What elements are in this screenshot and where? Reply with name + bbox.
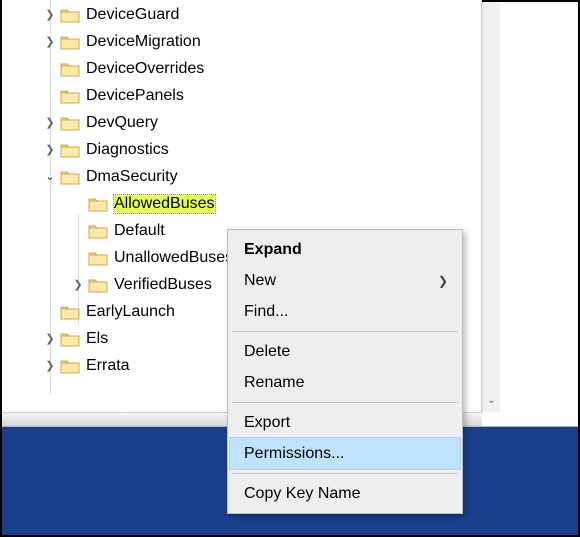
menu-item-find[interactable]: Find... [230, 296, 460, 327]
menu-item-label: Find... [244, 303, 288, 321]
chevron-right-icon[interactable]: ❯ [42, 34, 58, 50]
context-menu: Expand New ❯ Find... Delete Rename Export Permi… [227, 229, 463, 514]
tree-item-devicepanels[interactable]: DevicePanels [2, 82, 481, 109]
submenu-arrow-icon: ❯ [438, 274, 448, 288]
menu-item-export[interactable]: Export [230, 407, 460, 438]
menu-item-label: New [244, 272, 276, 290]
tree-item-label: DeviceMigration [86, 33, 201, 51]
menu-separator [232, 331, 458, 332]
tree-item-label: AllowedBuses [114, 195, 215, 213]
tree-expander-placeholder [42, 61, 58, 77]
menu-item-copy-key-name[interactable]: Copy Key Name [230, 478, 460, 509]
tree-item-label: VerifiedBuses [114, 276, 212, 294]
menu-separator [232, 473, 458, 474]
chevron-down-icon[interactable]: ⌄ [42, 169, 58, 185]
menu-item-permissions[interactable]: Permissions... [230, 438, 460, 469]
menu-item-expand[interactable]: Expand [230, 234, 460, 265]
tree-item-deviceguard[interactable]: ❯ DeviceGuard [2, 1, 481, 28]
folder-icon [60, 88, 80, 104]
tree-item-label: Diagnostics [86, 141, 169, 159]
chevron-right-icon[interactable]: ❯ [42, 115, 58, 131]
menu-item-label: Delete [244, 343, 290, 361]
tree-expander-placeholder [42, 304, 58, 320]
tree-item-diagnostics[interactable]: ❯ Diagnostics [2, 136, 481, 163]
chevron-right-icon[interactable]: ❯ [70, 277, 86, 293]
folder-icon [60, 61, 80, 77]
chevron-right-icon[interactable]: ❯ [42, 358, 58, 374]
tree-expander-placeholder [70, 250, 86, 266]
menu-item-new[interactable]: New ❯ [230, 265, 460, 296]
folder-icon [88, 277, 108, 293]
chevron-right-icon[interactable]: ❯ [42, 331, 58, 347]
folder-icon [88, 196, 108, 212]
folder-icon [60, 115, 80, 131]
folder-icon [60, 34, 80, 50]
tree-item-devquery[interactable]: ❯ DevQuery [2, 109, 481, 136]
menu-item-label: Copy Key Name [244, 485, 361, 503]
tree-item-devicemigration[interactable]: ❯ DeviceMigration [2, 28, 481, 55]
tree-item-label: DeviceGuard [86, 6, 179, 24]
chevron-right-icon[interactable]: ❯ [42, 7, 58, 23]
menu-item-label: Permissions... [244, 445, 344, 463]
tree-item-dmasecurity[interactable]: ⌄ DmaSecurity [2, 163, 481, 190]
tree-item-label: EarlyLaunch [86, 303, 175, 321]
menu-item-label: Expand [244, 241, 302, 259]
tree-item-label: UnallowedBuses [114, 249, 233, 267]
tree-item-label: Errata [86, 357, 130, 375]
folder-icon [88, 223, 108, 239]
folder-icon [60, 7, 80, 23]
menu-item-rename[interactable]: Rename [230, 367, 460, 398]
folder-icon [60, 142, 80, 158]
tree-item-label: DeviceOverrides [86, 60, 204, 78]
tree-item-label: DevicePanels [86, 87, 184, 105]
menu-item-label: Export [244, 414, 290, 432]
tree-item-allowedbuses[interactable]: AllowedBuses [2, 190, 481, 217]
tree-item-label: DmaSecurity [86, 168, 178, 186]
tree-expander-placeholder [70, 223, 86, 239]
tree-item-label: Els [86, 330, 108, 348]
menu-separator [232, 402, 458, 403]
menu-item-delete[interactable]: Delete [230, 336, 460, 367]
folder-icon [60, 358, 80, 374]
tree-item-label: Default [114, 222, 165, 240]
tree-item-deviceoverrides[interactable]: DeviceOverrides [2, 55, 481, 82]
folder-icon [88, 250, 108, 266]
folder-icon [60, 331, 80, 347]
tree-item-label: DevQuery [86, 114, 158, 132]
tree-expander-placeholder [70, 196, 86, 212]
folder-icon [60, 304, 80, 320]
chevron-right-icon[interactable]: ❯ [42, 142, 58, 158]
tree-expander-placeholder [42, 88, 58, 104]
tree-vertical-scrollbar[interactable]: ⌄ [482, 2, 500, 412]
scrollbar-down-icon[interactable]: ⌄ [483, 390, 500, 410]
menu-item-label: Rename [244, 374, 304, 392]
folder-icon [60, 169, 80, 185]
